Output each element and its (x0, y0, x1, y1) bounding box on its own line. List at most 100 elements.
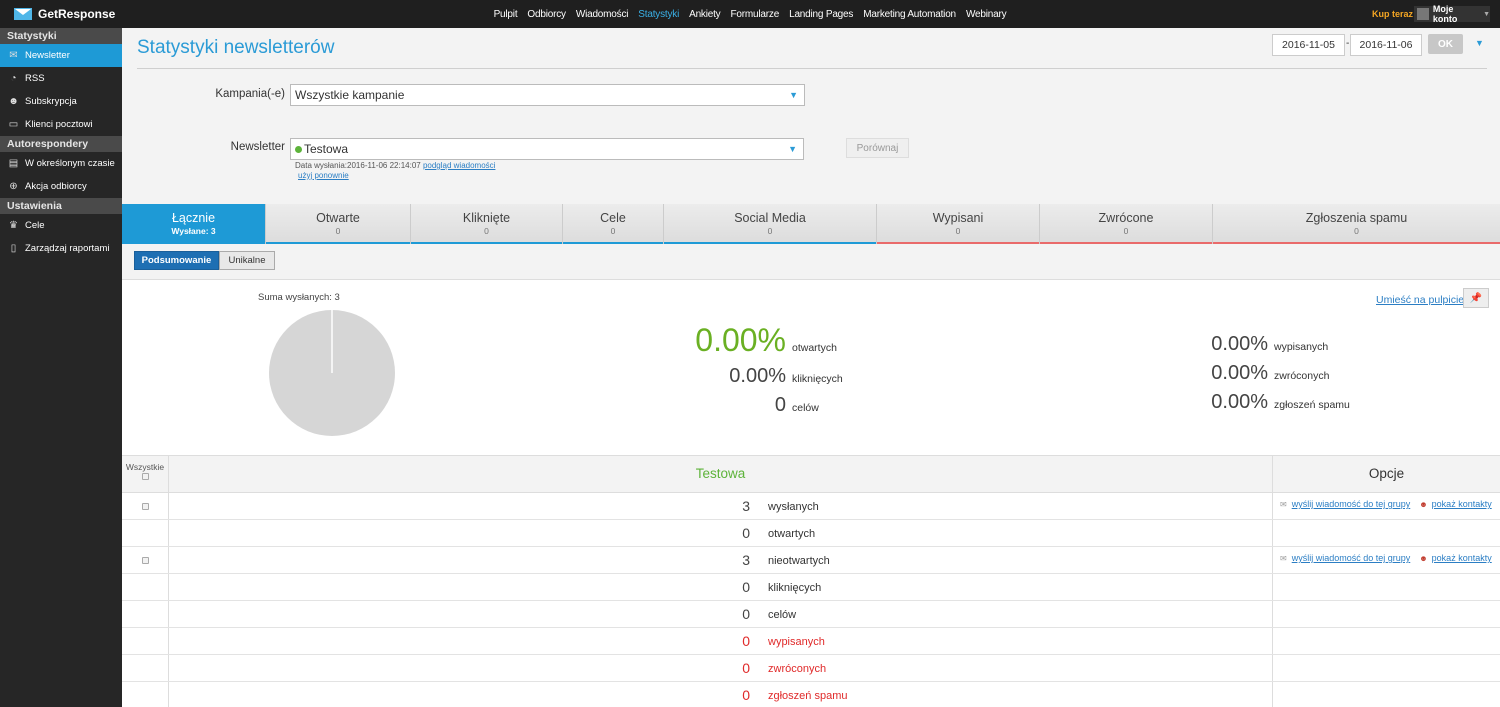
nav-webinary[interactable]: Webinary (966, 9, 1007, 20)
sidebar-item-w-okreslonym-czasie[interactable]: ▤ W określonym czasie (0, 152, 122, 175)
sidebar-item-newsletter[interactable]: ✉ Newsletter (0, 44, 122, 67)
nav-ankiety[interactable]: Ankiety (689, 9, 721, 20)
nav-marketing-automation[interactable]: Marketing Automation (863, 9, 956, 20)
sidebar-item-label: RSS (25, 73, 45, 84)
row-options: ✉ wyślij wiadomość do tej grupy ☻ pokaż … (1280, 499, 1492, 509)
sent-date: Data wysłania:2016-11-06 22:14:07 (295, 161, 421, 170)
row-value: 3 (742, 552, 750, 568)
sidebar-item-rss[interactable]: ◔ RSS (0, 67, 122, 90)
chevron-down-icon[interactable]: ▼ (1475, 38, 1484, 48)
sidebar-item-label: Newsletter (25, 50, 70, 61)
row-label: kliknięcych (768, 582, 822, 594)
sidebar-item-subskrypcja[interactable]: ☻ Subskrypcja (0, 90, 122, 113)
reuse-row: użyj ponownie (298, 171, 349, 180)
row-label: nieotwartych (768, 555, 830, 567)
nav-formularze[interactable]: Formularze (731, 9, 780, 20)
campaign-select[interactable]: Wszystkie kampanie ▼ (290, 84, 805, 106)
campaign-select-value: Wszystkie kampanie (295, 88, 405, 102)
stat-value: 0.00% (695, 322, 786, 358)
stat-label: zgłoszeń spamu (1274, 399, 1350, 411)
row-value: 0 (742, 606, 750, 622)
newsletter-select[interactable]: Testowa ▼ (290, 138, 804, 160)
account-menu[interactable]: Moje konto ▼ (1414, 4, 1490, 24)
row-label: zwróconych (768, 663, 827, 675)
stats-table: Wszystkie Testowa Opcje 3 wysłanych ✉ wy… (122, 455, 1500, 707)
preview-link[interactable]: podgląd wiadomości (423, 161, 496, 170)
date-from-input[interactable]: 2016-11-05 (1272, 34, 1345, 56)
pin-to-dashboard-link[interactable]: Umieść na pulpicie (1376, 294, 1464, 306)
document-icon: ▯ (10, 243, 17, 254)
reuse-link[interactable]: użyj ponownie (298, 171, 349, 180)
stat-value: 0.00% (1211, 362, 1268, 384)
tab-label: Łącznie (171, 211, 216, 225)
row-checkbox[interactable] (141, 502, 149, 510)
contacts-icon: ☻ (1419, 553, 1428, 563)
row-checkbox[interactable] (141, 556, 149, 564)
stat-label: wypisanych (1274, 341, 1329, 353)
tab-zgloszenia-spamu[interactable]: Zgłoszenia spamu 0 (1213, 204, 1500, 244)
stat-bounced: 0.00% zwróconych (1202, 362, 1329, 385)
calendar-icon: ▤ (8, 158, 19, 169)
total-sent-label: Suma wysłanych: 3 (258, 292, 340, 303)
select-all-checkbox[interactable] (141, 473, 149, 480)
rss-icon: ◔ (10, 73, 17, 84)
sidebar-item-klienci-pocztowi[interactable]: ▭ Klienci pocztowi (0, 113, 122, 136)
nav-wiadomosci[interactable]: Wiadomości (576, 9, 629, 20)
send-to-group-link[interactable]: wyślij wiadomość do tej grupy (1292, 553, 1411, 563)
nav-pulpit[interactable]: Pulpit (494, 9, 518, 20)
table-row: 3 wysłanych ✉ wyślij wiadomość do tej gr… (122, 493, 1500, 520)
pin-icon[interactable]: 📌 (1463, 288, 1489, 308)
show-contacts-link[interactable]: pokaż kontakty (1432, 499, 1492, 509)
nav-odbiorcy[interactable]: Odbiorcy (527, 9, 566, 20)
stat-spam: 0.00% zgłoszeń spamu (1202, 391, 1350, 414)
tab-wypisani[interactable]: Wypisani 0 (877, 204, 1040, 244)
buy-now-link[interactable]: Kup teraz (1372, 9, 1413, 19)
tab-otwarte[interactable]: Otwarte 0 (266, 204, 411, 244)
row-label: wysłanych (768, 501, 819, 513)
stat-clicked: 0.00% kliknięcych (682, 365, 843, 388)
sidebar-item-zarzadzaj-raportami[interactable]: ▯ Zarządzaj raportami (0, 237, 122, 260)
chevron-down-icon: ▼ (1483, 10, 1490, 18)
tab-cele[interactable]: Cele 0 (563, 204, 664, 244)
tab-label: Otwarte (316, 211, 360, 225)
divider (137, 68, 1487, 69)
row-value: 0 (742, 579, 750, 595)
tab-lacznie[interactable]: Łącznie Wysłane: 3 (122, 204, 266, 244)
sidebar-section-autorespondery: Autorespondery (0, 136, 122, 152)
options-column-header: Opcje (1368, 466, 1405, 481)
contacts-icon: ☻ (1419, 499, 1428, 509)
sidebar-item-akcja-odbiorcy[interactable]: ⊕ Akcja odbiorcy (0, 175, 122, 198)
table-row: 0 celów (122, 601, 1500, 628)
show-contacts-link[interactable]: pokaż kontakty (1432, 553, 1492, 563)
brand-logo[interactable]: GetResponse (14, 6, 115, 22)
tab-social-media[interactable]: Social Media 0 (664, 204, 877, 244)
row-value: 3 (742, 498, 750, 514)
stat-label: otwartych (792, 342, 837, 354)
top-bar: GetResponse Pulpit Odbiorcy Wiadomości S… (0, 0, 1500, 28)
tab-klikniete[interactable]: Kliknięte 0 (411, 204, 563, 244)
tab-zwrocone[interactable]: Zwrócone 0 (1040, 204, 1213, 244)
select-all-header: Wszystkie (122, 456, 169, 492)
compare-button[interactable]: Porównaj (846, 138, 909, 158)
newsletter-label: Newsletter (230, 141, 285, 153)
nav-statystyki[interactable]: Statystyki (638, 9, 679, 20)
sidebar-section-statystyki: Statystyki (0, 28, 122, 44)
envelope-icon: ✉ (1280, 499, 1287, 509)
ok-button[interactable]: OK (1428, 34, 1463, 54)
table-row: 0 otwartych (122, 520, 1500, 547)
table-row: 0 wypisanych (122, 628, 1500, 655)
account-label: Moje konto (1432, 4, 1458, 24)
unique-toggle[interactable]: Unikalne (219, 251, 275, 270)
plus-circle-icon: ⊕ (9, 181, 18, 192)
sidebar-item-cele[interactable]: ♛ Cele (0, 214, 122, 237)
date-to-input[interactable]: 2016-11-06 (1350, 34, 1422, 56)
page-title: Statystyki newsletterów (137, 37, 335, 58)
summary-toggle[interactable]: Podsumowanie (134, 251, 219, 270)
tab-count: 0 (335, 226, 341, 236)
table-row: 0 zgłoszeń spamu (122, 682, 1500, 707)
sidebar-item-label: Akcja odbiorcy (25, 181, 87, 192)
row-label: celów (768, 609, 797, 621)
send-to-group-link[interactable]: wyślij wiadomość do tej grupy (1292, 499, 1411, 509)
page-header: Statystyki newsletterów 2016-11-05 - 201… (122, 28, 1500, 204)
nav-landing-pages[interactable]: Landing Pages (789, 9, 853, 20)
